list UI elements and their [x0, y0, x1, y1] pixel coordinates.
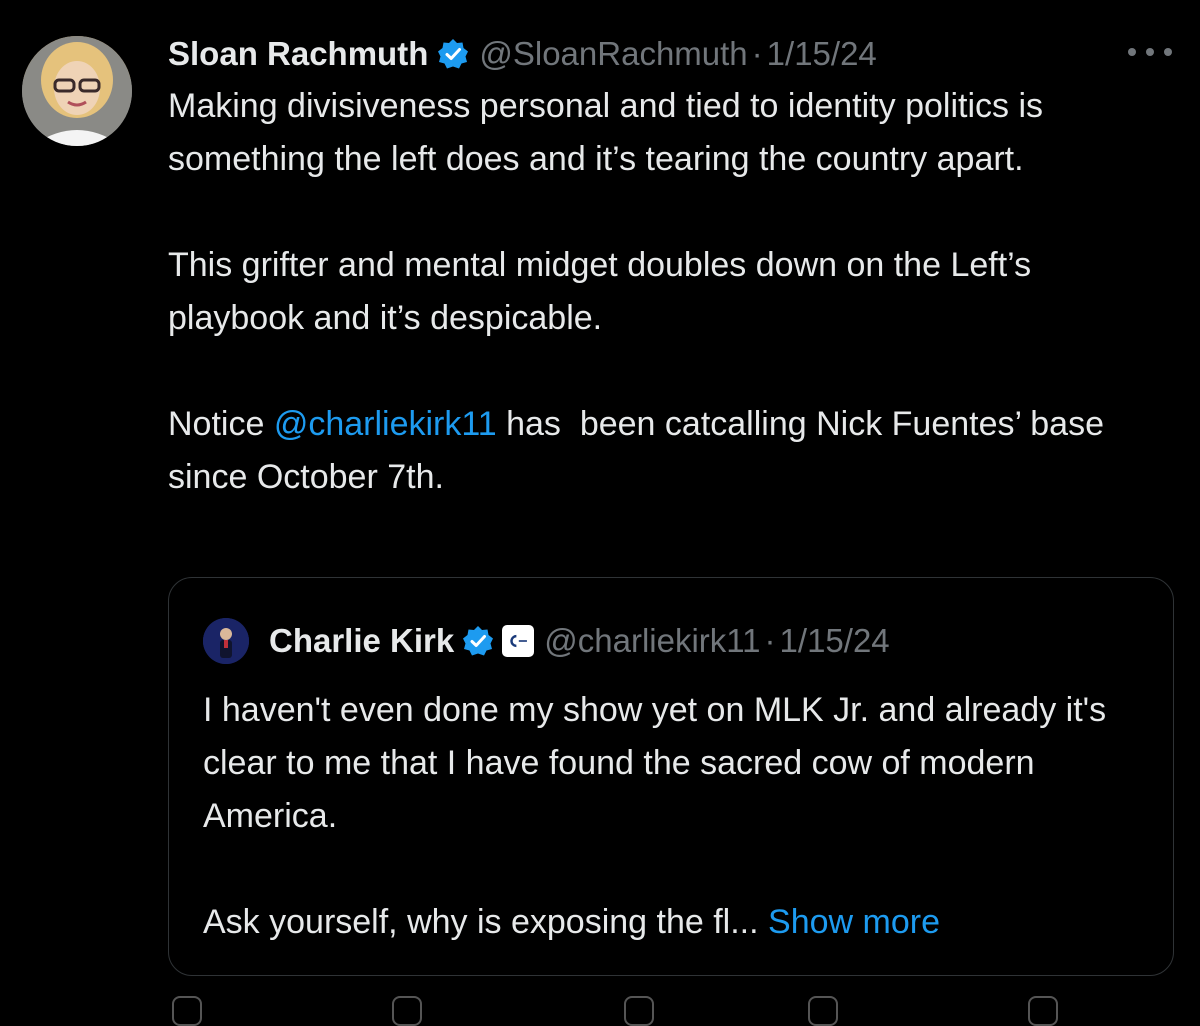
organization-badge-icon[interactable] [502, 625, 535, 657]
like-icon[interactable] [624, 996, 654, 1026]
more-dot [1146, 48, 1154, 56]
views-icon[interactable] [808, 996, 838, 1026]
verified-badge-icon[interactable] [437, 38, 469, 70]
tweet-actions-bar [168, 996, 1168, 1026]
retweet-icon[interactable] [392, 996, 422, 1026]
quoted-author-avatar[interactable] [203, 618, 249, 664]
reply-icon[interactable] [172, 996, 202, 1026]
author-avatar[interactable] [22, 36, 132, 146]
tweet-date[interactable]: 1/15/24 [767, 35, 877, 73]
tweet-paragraph: This grifter and mental midget doubles d… [168, 246, 1041, 337]
mention-link[interactable]: @charliekirk11 [274, 405, 497, 443]
header-separator: · [751, 35, 763, 72]
more-dot [1128, 48, 1136, 56]
quoted-paragraph: I haven't even done my show yet on MLK J… [203, 691, 1116, 835]
more-dot [1164, 48, 1172, 56]
tweet-paragraph: Making divisiveness personal and tied to… [168, 87, 1053, 178]
tweet-body: Making divisiveness personal and tied to… [168, 80, 1158, 504]
quoted-paragraph-truncated: Ask yourself, why is exposing the fl... … [203, 896, 1153, 949]
author-name[interactable]: Sloan Rachmuth [168, 35, 428, 73]
bookmark-icon[interactable] [1028, 996, 1058, 1026]
notice-prefix: Notice [168, 405, 274, 443]
show-more-link[interactable]: Show more [768, 903, 940, 941]
quoted-tweet[interactable]: Charlie Kirk @charliekirk11 · 1/15/24 I … [168, 577, 1174, 976]
tweet-header: Sloan Rachmuth @SloanRachmuth · 1/15/24 [168, 32, 877, 76]
truncated-text: Ask yourself, why is exposing the fl... [203, 903, 769, 941]
header-separator: · [764, 622, 776, 659]
quoted-author-name[interactable]: Charlie Kirk [269, 622, 454, 660]
verified-badge-icon[interactable] [462, 625, 494, 657]
tweet-paragraph-notice: Notice @charliekirk11 has been catcallin… [168, 398, 1158, 504]
quoted-tweet-body: I haven't even done my show yet on MLK J… [203, 684, 1153, 1002]
more-options-icon[interactable] [1128, 40, 1172, 64]
quoted-tweet-date[interactable]: 1/15/24 [780, 622, 890, 660]
quoted-author-handle[interactable]: @charliekirk11 [544, 622, 760, 660]
author-handle[interactable]: @SloanRachmuth [479, 35, 747, 73]
quoted-tweet-header: Charlie Kirk @charliekirk11 · 1/15/24 [269, 618, 890, 664]
